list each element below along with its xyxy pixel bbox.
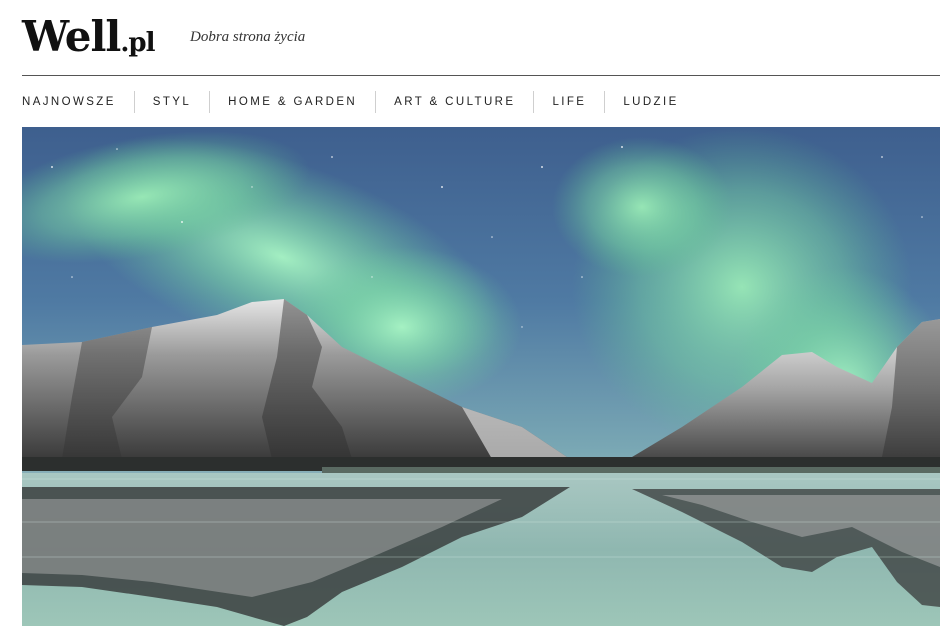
header-divider [22, 75, 940, 76]
logo-main-text: Well [22, 12, 121, 61]
nav-item-home-garden[interactable]: HOME & GARDEN [209, 91, 375, 113]
site-header: Well.pl Dobra strona życia [22, 10, 940, 68]
hero-image[interactable] [22, 127, 940, 626]
site-logo[interactable]: Well.pl [22, 12, 155, 61]
page: Well.pl Dobra strona życia NAJNOWSZE STY… [0, 0, 940, 626]
nav-item-ludzie[interactable]: LUDZIE [604, 91, 696, 113]
nav-item-styl[interactable]: STYL [133, 91, 209, 113]
aurora-landscape-image [22, 127, 940, 626]
site-tagline: Dobra strona życia [190, 29, 306, 45]
nav-item-najnowsze[interactable]: NAJNOWSZE [22, 91, 134, 113]
logo-domain-text: .pl [120, 28, 155, 58]
nav-item-art-culture[interactable]: ART & CULTURE [375, 91, 533, 113]
nav-item-life[interactable]: LIFE [533, 91, 604, 113]
main-nav: NAJNOWSZE STYL HOME & GARDEN ART & CULTU… [22, 90, 697, 114]
